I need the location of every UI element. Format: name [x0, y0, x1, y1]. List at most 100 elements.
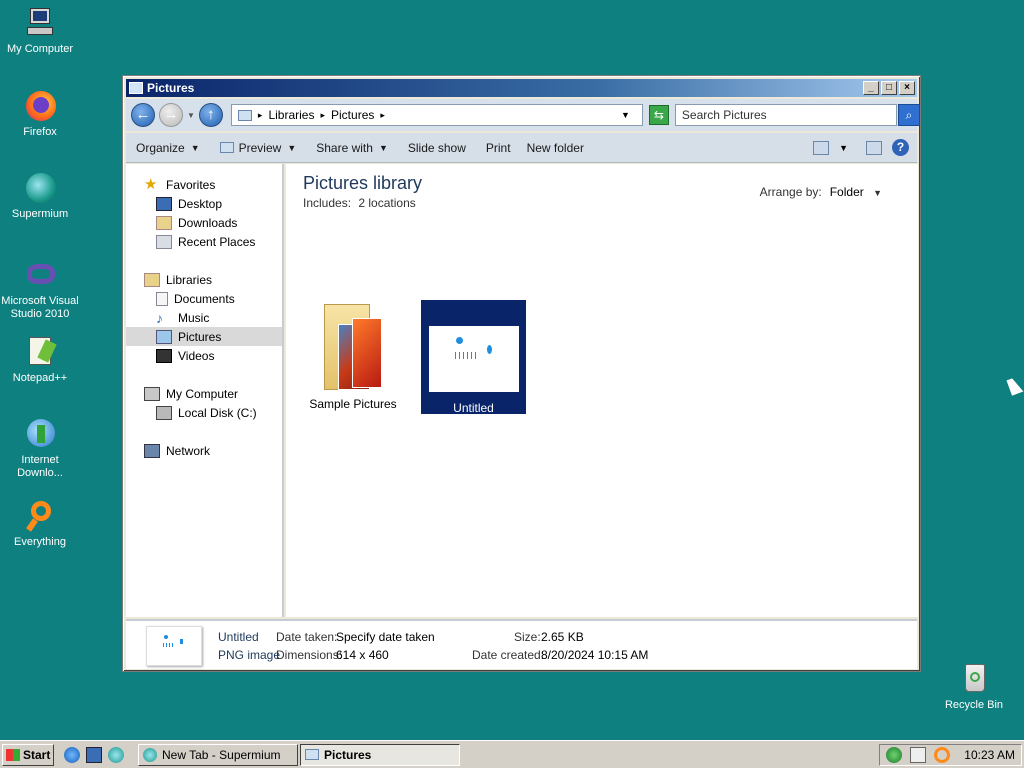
- desktop-icon-label: Notepad++: [12, 372, 68, 384]
- nav-videos[interactable]: Videos: [126, 346, 282, 365]
- nav-favorites[interactable]: ★ Favorites: [126, 175, 282, 194]
- recent-pages-dropdown-icon[interactable]: ▼: [187, 111, 195, 120]
- preview-menu[interactable]: Preview ▼: [219, 140, 297, 155]
- everything-search-icon[interactable]: [934, 747, 951, 763]
- help-icon[interactable]: ?: [892, 139, 909, 156]
- organize-menu[interactable]: Organize ▼: [136, 141, 200, 155]
- desktop-icon-label: Supermium: [11, 208, 69, 220]
- nav-label: Recent Places: [178, 234, 256, 249]
- network-status-icon[interactable]: [886, 747, 903, 763]
- task-label: Pictures: [324, 747, 372, 762]
- chevron-down-icon: ▼: [287, 142, 297, 153]
- search-input[interactable]: Search Pictures ⌕: [674, 104, 920, 126]
- image-thumbnail-icon: [146, 626, 202, 666]
- recent-places-icon: [156, 234, 172, 249]
- desktop-icon-supermium[interactable]: Supermium: [0, 171, 80, 221]
- start-label: Start: [23, 747, 51, 762]
- clock[interactable]: 10:23 AM: [964, 748, 1015, 762]
- nav-music[interactable]: ♪ Music: [126, 308, 282, 327]
- input-method-icon[interactable]: [910, 747, 927, 763]
- desktop-icon-everything[interactable]: Everything: [0, 499, 80, 549]
- nav-pictures[interactable]: Pictures: [126, 327, 282, 346]
- arrange-by[interactable]: Arrange by: Folder ▼: [760, 185, 882, 199]
- nav-label: Pictures: [178, 329, 222, 344]
- details-file-name: Untitled: [218, 630, 259, 644]
- file-list-pane: Pictures library Includes: 2 locations A…: [286, 164, 918, 617]
- forward-button[interactable]: →: [159, 103, 183, 127]
- breadcrumb-separator-icon: ▸: [320, 109, 326, 120]
- organize-label: Organize: [136, 140, 185, 155]
- preview-label: Preview: [238, 140, 282, 155]
- date-created-value: 8/20/2024 10:15 AM: [541, 648, 649, 662]
- breadcrumb-separator-icon: ▸: [257, 109, 263, 120]
- preview-pane-icon[interactable]: [866, 140, 882, 155]
- nav-my-computer[interactable]: My Computer: [126, 384, 282, 403]
- nav-desktop[interactable]: Desktop: [126, 194, 282, 213]
- back-button[interactable]: ←: [131, 103, 155, 127]
- details-pane: Untitled PNG image Date taken: Specify d…: [126, 619, 917, 669]
- new-folder-button[interactable]: New folder: [527, 141, 584, 155]
- command-bar: Organize ▼ Preview ▼ Share with ▼ Slide sho…: [126, 133, 917, 163]
- nav-libraries[interactable]: Libraries: [126, 270, 282, 289]
- taskbar-item-supermium[interactable]: New Tab - Supermium: [138, 743, 298, 766]
- documents-icon: [156, 291, 168, 306]
- window-titlebar[interactable]: Pictures _ □ ×: [126, 79, 917, 97]
- desktop-icon-label: Firefox: [23, 126, 57, 138]
- up-button[interactable]: ↑: [198, 103, 223, 127]
- supermium-icon[interactable]: [108, 746, 124, 763]
- show-desktop-icon[interactable]: [86, 746, 102, 763]
- visual-studio-icon: [23, 258, 57, 292]
- nav-network[interactable]: Network: [126, 441, 282, 460]
- taskbar-item-pictures[interactable]: Pictures: [300, 743, 460, 766]
- address-dropdown-icon[interactable]: ▼: [621, 110, 630, 120]
- minimize-button[interactable]: _: [863, 81, 879, 95]
- image-thumbnail-icon: [428, 326, 519, 392]
- music-note-icon: ♪: [156, 309, 163, 326]
- file-item-untitled[interactable]: Untitled: [421, 300, 526, 415]
- close-button[interactable]: ×: [899, 81, 915, 95]
- pictures-folder-icon: [129, 82, 143, 94]
- slide-show-button[interactable]: Slide show: [408, 141, 466, 155]
- size-value: 2.65 KB: [541, 630, 584, 644]
- nav-recent-places[interactable]: Recent Places: [126, 232, 282, 251]
- nav-label: Libraries: [166, 272, 213, 287]
- desktop-icon-firefox[interactable]: Firefox: [0, 89, 80, 139]
- libraries-icon: [144, 272, 160, 287]
- desktop-icon-internet-download-manager[interactable]: Internet Downlo...: [0, 417, 80, 480]
- start-button[interactable]: Start: [2, 743, 54, 766]
- search-icon[interactable]: ⌕: [897, 104, 920, 126]
- address-bar[interactable]: ▸ Libraries ▸ Pictures ▸ ▼: [230, 104, 643, 126]
- computer-icon: [144, 386, 160, 401]
- share-with-menu[interactable]: Share with ▼: [316, 141, 388, 155]
- desktop-icon-visual-studio[interactable]: Microsoft Visual Studio 2010: [0, 258, 80, 321]
- preview-icon: [219, 142, 234, 153]
- nav-downloads[interactable]: Downloads: [126, 213, 282, 232]
- library-includes[interactable]: Includes: 2 locations: [303, 196, 416, 210]
- desktop-icon-recycle-bin[interactable]: Recycle Bin: [934, 662, 1014, 712]
- breadcrumb-libraries[interactable]: Libraries: [268, 108, 314, 122]
- file-item-sample-pictures[interactable]: Sample Pictures: [308, 300, 398, 414]
- nav-documents[interactable]: Documents: [126, 289, 282, 308]
- nav-label: Desktop: [178, 196, 223, 211]
- refresh-button[interactable]: ⇆: [648, 105, 669, 125]
- chevron-down-icon[interactable]: ▼: [839, 143, 848, 153]
- nav-local-disk[interactable]: Local Disk (C:): [126, 403, 282, 422]
- share-with-label: Share with: [316, 140, 373, 155]
- arrange-label: Arrange by:: [759, 185, 822, 199]
- folder-with-pictures-icon: [318, 300, 388, 394]
- drive-icon: [156, 405, 172, 420]
- desktop-icon-label: Everything: [14, 536, 66, 548]
- change-view-icon[interactable]: [813, 140, 830, 155]
- system-tray: 10:23 AM: [879, 744, 1022, 766]
- breadcrumb-pictures[interactable]: Pictures: [331, 108, 374, 122]
- internet-explorer-icon[interactable]: [64, 746, 80, 763]
- nav-label: Favorites: [166, 177, 216, 192]
- desktop-icon-notepad-plus-plus[interactable]: Notepad++: [0, 335, 80, 385]
- desktop-icon-my-computer[interactable]: My Computer: [0, 6, 80, 56]
- maximize-button[interactable]: □: [881, 81, 897, 95]
- nav-label: My Computer: [166, 386, 239, 401]
- date-taken-value[interactable]: Specify date taken: [336, 630, 435, 644]
- recycle-bin-icon: [957, 662, 991, 696]
- downloads-icon: [156, 215, 172, 230]
- print-button[interactable]: Print: [486, 141, 511, 155]
